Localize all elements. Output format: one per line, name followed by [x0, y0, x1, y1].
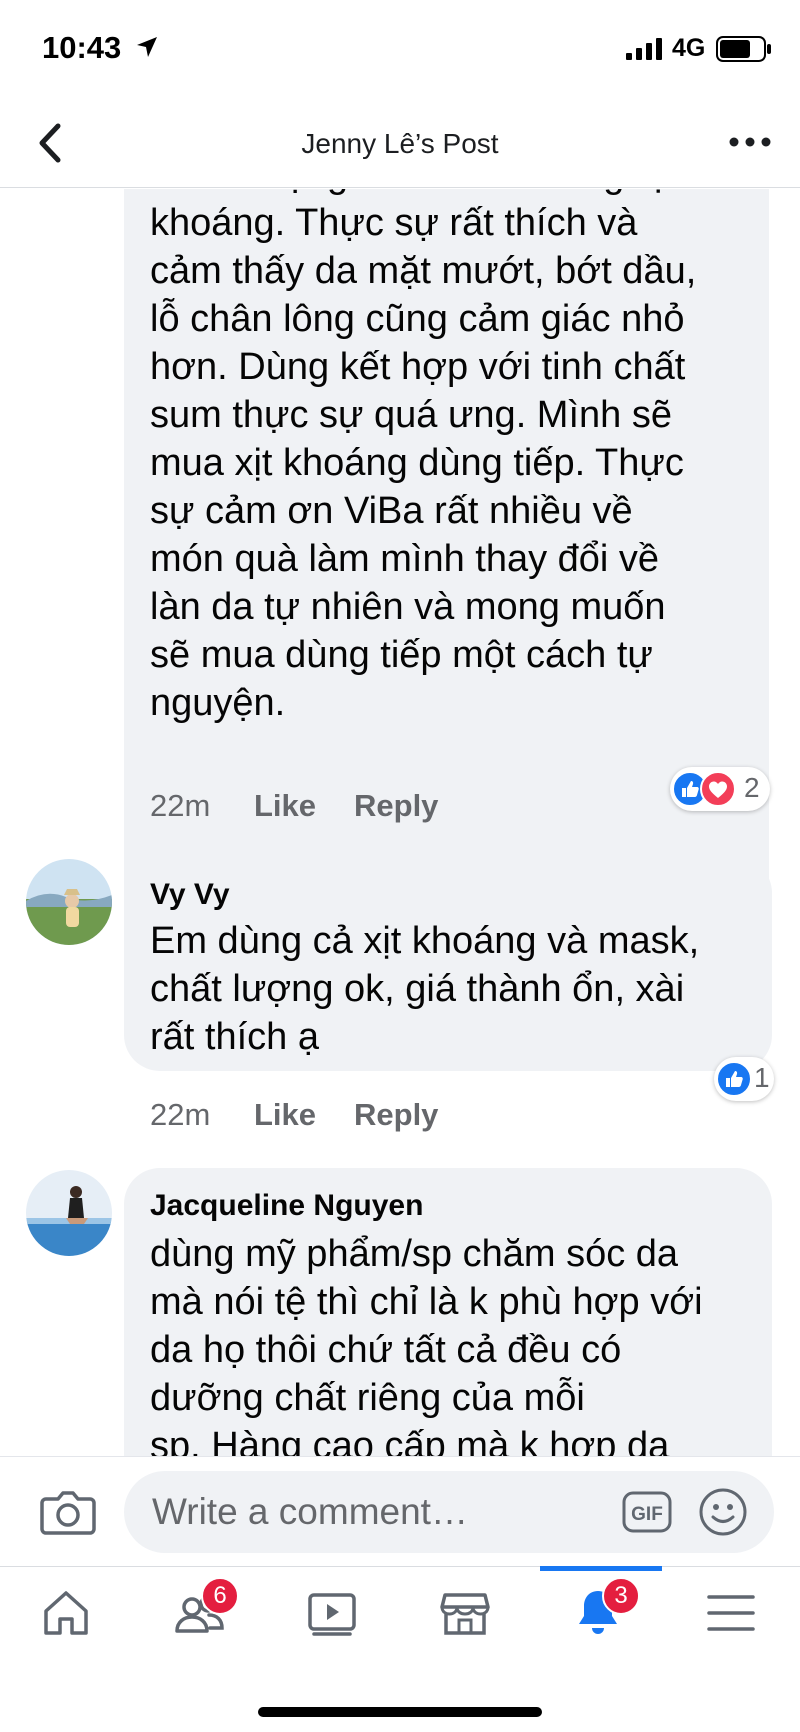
battery-icon — [716, 36, 771, 62]
camera-icon[interactable] — [40, 1487, 96, 1537]
comment-line: nguyện. — [150, 682, 286, 724]
comment-line: rất thích ạ — [150, 1016, 319, 1058]
location-arrow-icon — [137, 37, 157, 57]
avatar-photo — [26, 1170, 112, 1256]
bottom-tab-bar: 6 3 — [0, 1566, 800, 1732]
comment-line: mà nói tệ thì chỉ là k phù hợp với — [150, 1281, 703, 1323]
marketplace-shop-icon — [440, 1593, 490, 1635]
comment-line: món quà làm mình thay đổi về — [150, 538, 660, 580]
comment-input-placeholder: Write a comment… — [152, 1491, 468, 1532]
comment-bubble: Vy Vy Em dùng cả xịt khoáng và mask, chấ… — [124, 857, 772, 1071]
notifications-badge: 3 — [602, 1577, 640, 1615]
comment-author[interactable]: Vy Vy — [150, 875, 230, 915]
comment-time: 22m — [150, 1097, 211, 1132]
comment-meta: 22m Like Reply — [150, 1097, 550, 1137]
avatar[interactable] — [26, 1170, 112, 1256]
love-reaction-icon — [700, 771, 736, 807]
avatar-photo — [26, 859, 112, 945]
cellular-signal-icon — [626, 38, 662, 60]
reaction-summary[interactable]: 2 — [670, 767, 770, 811]
like-button[interactable]: Like — [254, 788, 316, 824]
reaction-summary[interactable]: 1 — [714, 1057, 774, 1101]
gif-label: GIF — [631, 1504, 663, 1525]
page-title: Jenny Lê’s Post — [301, 128, 499, 159]
reaction-count: 2 — [744, 772, 760, 803]
reply-button[interactable]: Reply — [354, 788, 438, 824]
comment-line: da họ thôi chứ tất cả đều có — [150, 1329, 622, 1371]
tab-marketplace[interactable] — [399, 1567, 532, 1667]
comment-line: mua xịt khoáng dùng tiếp. Thực — [150, 442, 684, 484]
reply-button[interactable]: Reply — [354, 1097, 438, 1133]
network-type: 4G — [672, 34, 706, 62]
avatar[interactable] — [26, 859, 112, 945]
status-time: 10:43 — [42, 30, 122, 65]
tab-home[interactable] — [0, 1567, 133, 1667]
tab-notifications[interactable]: 3 — [532, 1567, 665, 1667]
comment-line: Em dùng cả xịt khoáng và mask, — [150, 920, 700, 962]
home-icon — [44, 1591, 88, 1635]
comment-time: 22m — [150, 788, 211, 823]
menu-hamburger-icon — [707, 1595, 755, 1631]
comment-line: sum thực sự quá ưng. Mình sẽ — [150, 394, 672, 436]
emoji-icon[interactable] — [698, 1487, 748, 1537]
post-header: Jenny Lê’s Post — [0, 100, 800, 188]
comment-line: sự cảm ơn ViBa rất nhiều về — [150, 490, 633, 532]
reaction-count: 1 — [754, 1062, 770, 1093]
comment-author[interactable]: Jacqueline Nguyen — [150, 1186, 423, 1226]
comment-line: chất lượng ok, giá thành ổn, xài — [150, 968, 685, 1010]
comment-line: sẽ mua dùng tiếp một cách tự — [150, 634, 653, 676]
comment-line-cut-bottom: sp. Hàng cao cấp mà k hợp da — [150, 1425, 670, 1456]
watch-video-icon — [308, 1593, 356, 1636]
comments-feed[interactable]: của lời tặng. Mình mới dùng xịt khoáng. … — [0, 189, 800, 1456]
comment-line: lỗ chân lông cũng cảm giác nhỏ — [150, 298, 685, 340]
comment-line: làn da tự nhiên và mong muốn — [150, 586, 666, 628]
comment-bubble: của lời tặng. Mình mới dùng xịt khoáng. … — [124, 189, 769, 966]
comment-input[interactable]: Write a comment… GIF — [124, 1471, 774, 1553]
friends-badge: 6 — [201, 1577, 239, 1615]
comment-line: dưỡng chất riêng của mỗi — [150, 1377, 585, 1419]
comment-text-cut-top: của lời tặng. Mình mới dùng xịt — [150, 189, 673, 199]
comment-meta: 22m Like Reply — [150, 788, 550, 828]
comment-line: cảm thấy da mặt mướt, bớt dầu, — [150, 250, 697, 292]
comment-line: hơn. Dùng kết hợp với tinh chất — [150, 346, 686, 388]
tab-watch[interactable] — [266, 1567, 399, 1667]
like-reaction-icon — [716, 1061, 752, 1097]
gif-icon[interactable]: GIF — [622, 1491, 672, 1533]
tab-menu[interactable] — [665, 1567, 798, 1667]
like-button[interactable]: Like — [254, 1097, 316, 1133]
more-options-icon[interactable] — [722, 122, 778, 162]
tab-friends[interactable]: 6 — [133, 1567, 266, 1667]
status-bar: 10:43 4G — [0, 0, 800, 100]
comment-bubble: Jacqueline Nguyen dùng mỹ phẩm/sp chăm s… — [124, 1168, 772, 1456]
home-indicator — [258, 1707, 542, 1717]
comment-line: khoáng. Thực sự rất thích và — [150, 202, 638, 244]
comment-composer: Write a comment… GIF — [0, 1456, 800, 1566]
comment-line: dùng mỹ phẩm/sp chăm sóc da — [150, 1233, 679, 1275]
